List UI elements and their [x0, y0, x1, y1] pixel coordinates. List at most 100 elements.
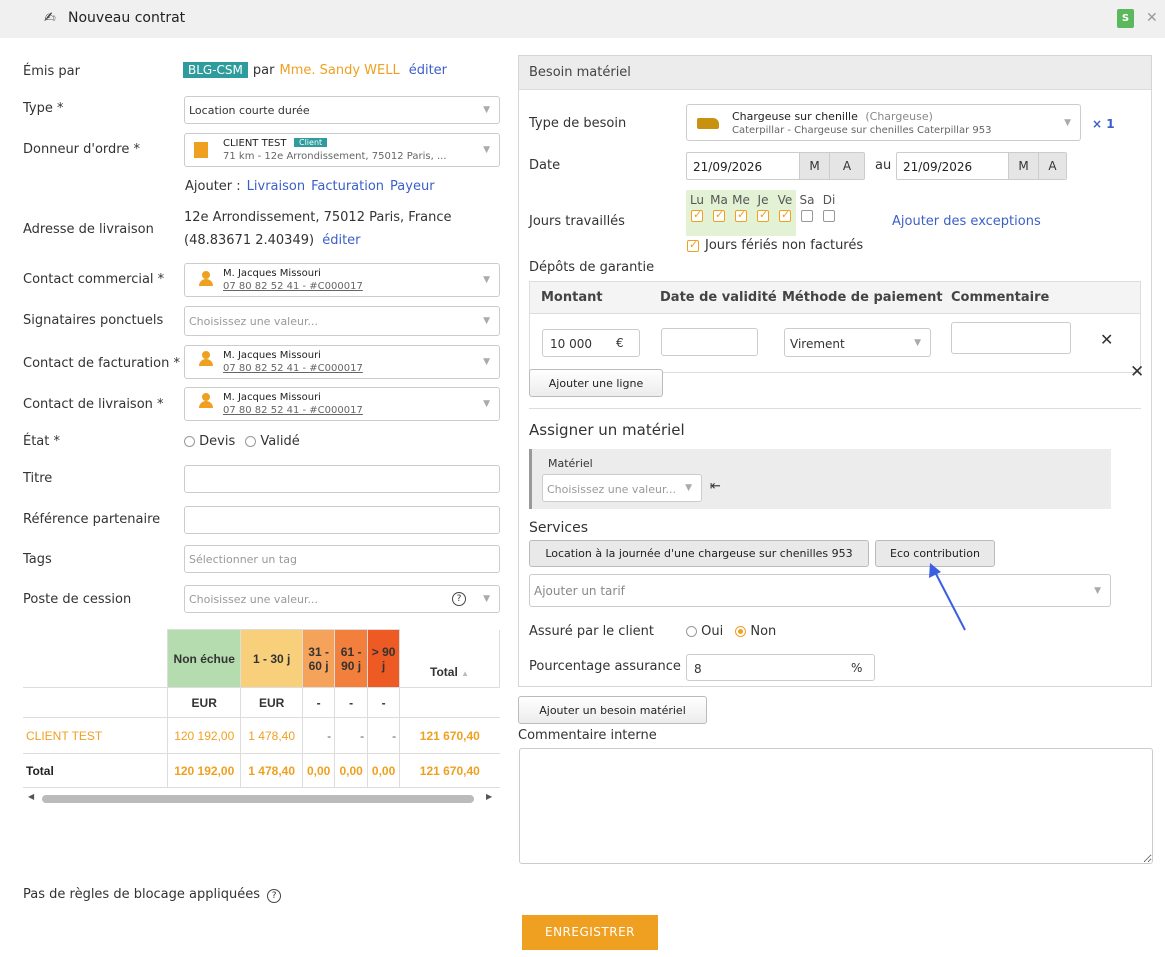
user-badge[interactable]: S [1117, 9, 1134, 28]
title-bar: ✍ Nouveau contrat S ✕ [0, 0, 1165, 38]
table-cell: 0,00 [367, 753, 401, 788]
person-icon [199, 351, 213, 367]
add-payeur-link[interactable]: Payeur [390, 179, 435, 194]
date-from-value[interactable]: 21/09/2026 [693, 160, 762, 174]
edit-address-link[interactable]: éditer [322, 233, 360, 248]
contact-facturation-label: Contact de facturation * [23, 356, 180, 371]
sign-in-icon[interactable]: ⇤ [710, 479, 721, 494]
remove-besoin-icon[interactable]: ✕ [1130, 362, 1144, 382]
date-from-m-button[interactable]: M [799, 153, 829, 179]
date-to-group: 21/09/2026 M A [896, 152, 1067, 180]
reference-input[interactable] [184, 506, 500, 534]
edit-issuer-link[interactable]: éditer [409, 63, 447, 78]
materiel-placeholder: Choisissez une valeur... [547, 483, 676, 496]
issuer-name[interactable]: Mme. Sandy WELL [279, 63, 399, 78]
add-facturation-link[interactable]: Facturation [311, 179, 384, 194]
annotation-arrow [929, 563, 966, 631]
close-icon[interactable]: ✕ [1146, 10, 1158, 26]
day-label: Ma [710, 193, 728, 207]
day-ma[interactable]: Ma [708, 190, 730, 236]
day-label: Lu [689, 193, 705, 207]
etat-devis[interactable]: Devis [184, 434, 235, 449]
date-to-a-button[interactable]: A [1038, 153, 1066, 179]
day-di[interactable]: Di [818, 190, 840, 236]
add-besoin-button[interactable]: Ajouter un besoin matériel [518, 696, 707, 724]
row-client-name[interactable]: CLIENT TEST [23, 717, 169, 754]
day-je[interactable]: Je [752, 190, 774, 236]
pourcentage-input[interactable]: 8 % [686, 654, 875, 681]
col-1-30: 1 - 30 j [240, 629, 304, 688]
commentaire-depot-input[interactable] [951, 322, 1071, 354]
chevron-down-icon: ▼ [483, 594, 490, 604]
type-value: Location courte durée [189, 104, 310, 117]
materiel-select[interactable]: Choisissez une valeur... ▼ [542, 474, 702, 502]
etat-valide[interactable]: Validé [245, 434, 300, 449]
checkbox-icon[interactable] [691, 208, 703, 222]
day-me[interactable]: Me [730, 190, 752, 236]
table-cell: 1 478,40 [240, 717, 304, 754]
contact-livraison-select[interactable]: M. Jacques Missouri 07 80 82 52 41 - #C0… [184, 387, 500, 421]
checkbox-icon[interactable] [687, 238, 699, 252]
signataires-label: Signataires ponctuels [23, 313, 164, 328]
tags-placeholder: Sélectionner un tag [189, 553, 297, 566]
commentaire-textarea[interactable] [519, 748, 1153, 864]
assure-oui[interactable]: Oui [686, 624, 723, 639]
service-location-button[interactable]: Location à la journée d'une chargeuse su… [529, 540, 869, 567]
tags-label: Tags [23, 552, 52, 567]
table-cell: 121 670,40 [399, 753, 500, 788]
tarif-placeholder: Ajouter un tarif [534, 584, 625, 598]
methode-select[interactable]: Virement ▼ [784, 328, 931, 357]
feries-row[interactable]: Jours fériés non facturés [687, 238, 863, 253]
checkbox-icon[interactable] [801, 210, 813, 222]
contact-facturation-select[interactable]: M. Jacques Missouri 07 80 82 52 41 - #C0… [184, 345, 500, 379]
contact-commercial-select[interactable]: M. Jacques Missouri 07 80 82 52 41 - #C0… [184, 263, 500, 297]
save-button[interactable]: ENREGISTRER [522, 915, 658, 950]
currency-cell: - [367, 687, 401, 718]
day-lu[interactable]: Lu [686, 190, 708, 236]
checkbox-icon[interactable] [735, 208, 747, 222]
montant-input[interactable]: 10 000 € [542, 329, 640, 357]
exceptions-link[interactable]: Ajouter des exceptions [892, 214, 1041, 229]
tags-input[interactable]: Sélectionner un tag [184, 545, 500, 573]
date-from-a-button[interactable]: A [829, 153, 864, 179]
type-besoin-sub: Caterpillar - Chargeuse sur chenilles Ca… [732, 125, 992, 136]
donneur-select[interactable]: CLIENT TEST Client 71 km - 12e Arrondiss… [184, 133, 500, 167]
remove-line-icon[interactable]: ✕ [1100, 330, 1113, 349]
checkbox-icon[interactable] [757, 208, 769, 222]
day-ve[interactable]: Ve [774, 190, 796, 236]
date-validite-input[interactable] [661, 328, 758, 356]
assure-non[interactable]: Non [735, 624, 776, 639]
page-title: Nouveau contrat [68, 10, 186, 26]
quantity-link[interactable]: × 1 [1092, 117, 1115, 131]
checkbox-icon[interactable] [779, 208, 791, 222]
signataires-select[interactable]: Choisissez une valeur... ▼ [184, 306, 500, 336]
type-besoin-select[interactable]: Chargeuse sur chenille (Chargeuse) Cater… [686, 104, 1081, 141]
col-commentaire: Commentaire [951, 290, 1050, 305]
col-total[interactable]: Total ▲ [399, 629, 500, 688]
contact-livraison-label: Contact de livraison * [23, 397, 164, 412]
add-line-button[interactable]: Ajouter une ligne [529, 369, 663, 397]
titre-label: Titre [23, 471, 53, 486]
type-select[interactable]: Location courte durée ▼ [184, 96, 500, 124]
date-to-m-button[interactable]: M [1008, 153, 1038, 179]
scroll-thumb[interactable] [42, 795, 474, 803]
au-label: au [875, 158, 892, 173]
devis-label: Devis [199, 434, 236, 449]
help-icon[interactable]: ? [267, 889, 282, 903]
tarif-select[interactable]: Ajouter un tarif ▼ [529, 574, 1111, 607]
materiel-label: Matériel [548, 457, 593, 470]
add-livraison-link[interactable]: Livraison [247, 179, 305, 194]
scroll-right-icon[interactable]: ▶ [486, 792, 492, 801]
horizontal-scrollbar[interactable]: ◀ ▶ [28, 792, 496, 804]
checkbox-icon[interactable] [713, 208, 725, 222]
day-sa[interactable]: Sa [796, 190, 818, 236]
scroll-left-icon[interactable]: ◀ [28, 792, 34, 801]
poste-select[interactable]: Choisissez une valeur... ? ▼ [184, 585, 500, 613]
table-cell: - [334, 717, 369, 754]
date-to-value[interactable]: 21/09/2026 [903, 160, 972, 174]
titre-input[interactable] [184, 465, 500, 493]
checkbox-icon[interactable] [823, 210, 835, 222]
help-icon[interactable]: ? [452, 592, 466, 606]
client-address: 71 km - 12e Arrondissement, 75012 Paris,… [223, 151, 447, 162]
client-badge: Client [294, 138, 328, 147]
